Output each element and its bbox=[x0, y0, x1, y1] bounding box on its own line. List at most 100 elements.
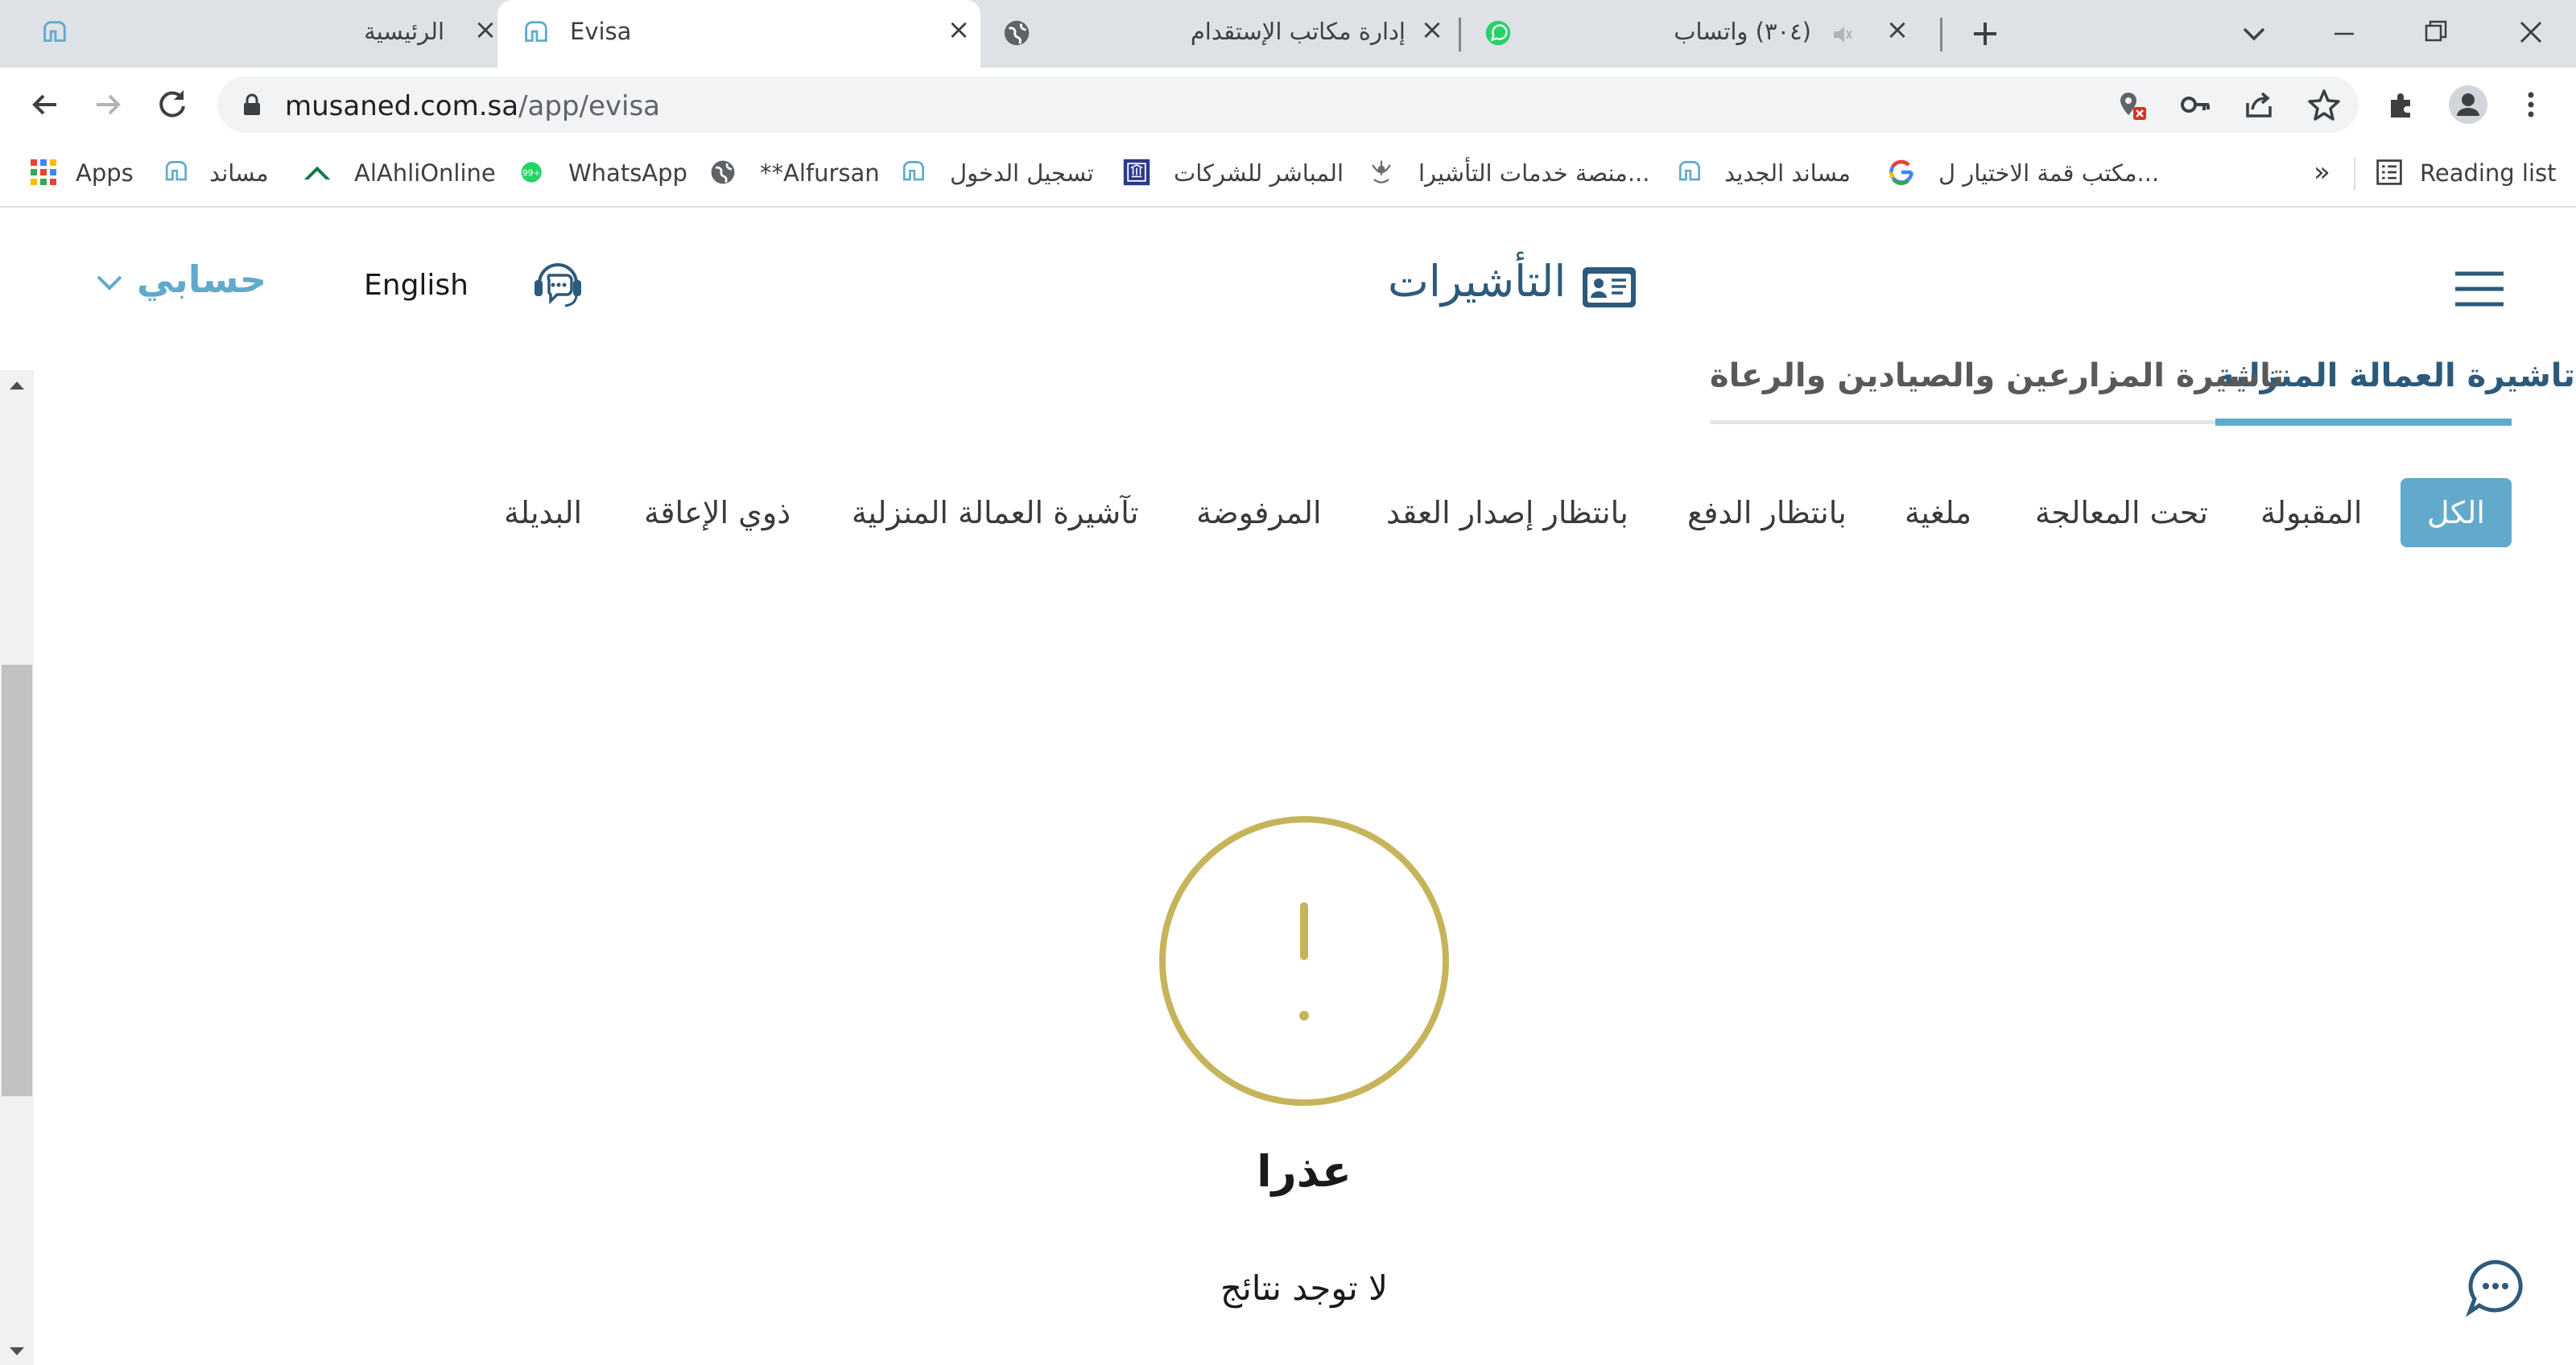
empty-state-title: عذرا bbox=[1257, 1146, 1352, 1197]
reading-list-button[interactable]: Reading list bbox=[2375, 153, 2560, 192]
bookmark-label: WhatsApp bbox=[568, 159, 687, 187]
filter-all[interactable]: الكل bbox=[2401, 478, 2512, 547]
tab-title: الرئيسية bbox=[364, 18, 444, 45]
filter-replacement[interactable]: البديلة bbox=[504, 478, 582, 547]
new-tab-icon[interactable] bbox=[1969, 18, 2001, 50]
url-text[interactable]: musaned.com.sa/app/evisa bbox=[285, 90, 660, 122]
bookmark-divider bbox=[2354, 158, 2355, 190]
whatsapp-icon bbox=[1485, 20, 1511, 46]
filter-accepted[interactable]: المقبولة bbox=[2260, 478, 2362, 547]
close-tab-icon[interactable]: × bbox=[472, 16, 499, 43]
blocked-location-icon[interactable] bbox=[2116, 89, 2148, 122]
page-scrollbar[interactable] bbox=[0, 370, 34, 1365]
more-bookmarks-chevron[interactable]: » bbox=[2314, 156, 2330, 188]
globe-icon bbox=[711, 160, 735, 184]
close-window-icon[interactable] bbox=[2512, 13, 2550, 52]
warning-exclamation-icon bbox=[1159, 816, 1449, 1106]
filter-processing[interactable]: تحت المعالجة bbox=[2035, 478, 2208, 547]
tab-title: Evisa bbox=[570, 18, 632, 45]
tab-recruitment[interactable]: إدارة مكاتب الإستقدام × bbox=[984, 0, 1451, 68]
page-title: التأشيرات bbox=[1388, 256, 1567, 307]
bookmark-label: تسجيل الدخول bbox=[950, 159, 1094, 187]
bookmark-label: AlAhliOnline bbox=[354, 159, 496, 187]
scroll-down-icon[interactable] bbox=[8, 1346, 26, 1359]
bookmark-label: Apps bbox=[76, 159, 134, 187]
visa-card-icon bbox=[1583, 267, 1636, 307]
forward-icon[interactable] bbox=[89, 85, 127, 124]
scroll-up-icon[interactable] bbox=[8, 378, 26, 391]
filter-cancelled[interactable]: ملغية bbox=[1905, 478, 1971, 547]
bookmark-label: مساند bbox=[209, 159, 269, 187]
filter-disabled-persons[interactable]: ذوي الإعاقة bbox=[644, 478, 791, 547]
reload-icon[interactable] bbox=[153, 85, 192, 124]
url-domain: musaned.com.sa bbox=[285, 90, 519, 122]
whatsapp-icon: 99+ bbox=[521, 162, 542, 183]
support-headset-icon[interactable] bbox=[531, 256, 584, 312]
tab-strip: الرئيسية × Evisa × إدارة مكاتب الإستقدام… bbox=[0, 0, 2576, 68]
bookmark-musaned[interactable]: مساند bbox=[161, 153, 282, 192]
musaned-icon bbox=[165, 161, 187, 181]
close-tab-icon[interactable]: × bbox=[1418, 16, 1446, 43]
back-icon[interactable] bbox=[26, 85, 64, 124]
chevron-down-icon bbox=[97, 275, 122, 291]
bookmark-label: **Alfursan bbox=[760, 159, 880, 187]
bookmark-google[interactable]: مكتب قمة الاختيار ل... bbox=[1887, 153, 2161, 192]
bookmark-apps[interactable]: Apps bbox=[29, 153, 134, 192]
tab-separator bbox=[1459, 18, 1461, 52]
profile-avatar-icon[interactable] bbox=[2447, 84, 2489, 126]
bookmark-visa-platform[interactable]: منصة خدمات التأشيرا... bbox=[1367, 153, 1649, 192]
emblem-icon bbox=[1372, 160, 1391, 184]
tab-search-icon[interactable] bbox=[2238, 18, 2270, 50]
lock-icon[interactable] bbox=[242, 93, 262, 117]
svg-text:99+: 99+ bbox=[522, 168, 541, 179]
share-icon[interactable] bbox=[2243, 89, 2275, 121]
hamburger-menu-icon[interactable] bbox=[2454, 269, 2505, 309]
filter-awaiting-payment[interactable]: بانتظار الدفع bbox=[1687, 478, 1847, 547]
filter-awaiting-contract[interactable]: بانتظار إصدار العقد bbox=[1386, 478, 1629, 547]
empty-state-message: لا توجد نتائج bbox=[1220, 1268, 1388, 1308]
alahli-icon bbox=[303, 166, 331, 179]
bookmark-star-icon[interactable] bbox=[2307, 88, 2341, 122]
globe-icon bbox=[1004, 20, 1030, 46]
tab-farmers-visa[interactable]: تاشيرة المزارعين والصيادين والرعاة bbox=[1710, 357, 2284, 394]
google-icon bbox=[1889, 159, 1913, 186]
tab-whatsapp[interactable]: (٣٠٤) واتساب × bbox=[1470, 0, 1929, 68]
filter-rejected[interactable]: المرفوضة bbox=[1196, 478, 1322, 547]
chat-support-icon[interactable] bbox=[2465, 1257, 2526, 1318]
bookmarks-bar: Apps مساند AlAhliOnline 99+ WhatsApp **A… bbox=[0, 142, 2576, 208]
more-menu-icon[interactable] bbox=[2515, 85, 2547, 124]
url-path: /app/evisa bbox=[518, 90, 660, 122]
extensions-icon[interactable] bbox=[2383, 85, 2421, 124]
language-switch[interactable]: English bbox=[364, 269, 469, 302]
bookmark-alfursan[interactable]: **Alfursan bbox=[708, 153, 886, 192]
bookmark-alahli[interactable]: AlAhliOnline bbox=[303, 153, 496, 192]
musaned-icon bbox=[43, 21, 66, 42]
bookmark-label: مكتب قمة الاختيار ل... bbox=[1938, 159, 2160, 187]
apps-grid-icon bbox=[31, 159, 56, 185]
minimize-icon[interactable] bbox=[2326, 16, 2362, 52]
restore-icon[interactable] bbox=[2418, 14, 2454, 50]
tab-home[interactable]: الرئيسية × bbox=[16, 0, 507, 68]
tab-separator bbox=[1940, 18, 1942, 52]
bookmark-label: المباشر للشركات bbox=[1174, 159, 1344, 187]
bookmark-label: مساند الجديد bbox=[1724, 159, 1851, 187]
reading-list-label: Reading list bbox=[2420, 159, 2557, 187]
musaned-icon bbox=[525, 21, 547, 42]
bookmark-corporate[interactable]: المباشر للشركات bbox=[1122, 153, 1348, 192]
active-tab-underline bbox=[2215, 419, 2512, 426]
key-icon[interactable] bbox=[2180, 90, 2212, 119]
address-bar[interactable]: musaned.com.sa/app/evisa bbox=[217, 76, 2359, 133]
filter-domestic-labor-visa[interactable]: تآشيرة العمالة المنزلية bbox=[852, 478, 1138, 547]
tab-evisa[interactable]: Evisa × bbox=[497, 0, 980, 68]
bookmark-new-musaned[interactable]: مساند الجديد bbox=[1674, 153, 1860, 192]
close-tab-icon[interactable]: × bbox=[945, 16, 972, 43]
bookmark-login[interactable]: تسجيل الدخول bbox=[898, 153, 1100, 192]
close-tab-icon[interactable]: × bbox=[1884, 16, 1911, 43]
scrollbar-thumb[interactable] bbox=[2, 665, 32, 1096]
bookmark-label: منصة خدمات التأشيرا... bbox=[1418, 159, 1650, 187]
tab-title: إدارة مكاتب الإستقدام bbox=[1190, 18, 1406, 45]
bookmark-whatsapp[interactable]: 99+ WhatsApp bbox=[518, 153, 696, 192]
reading-list-icon bbox=[2376, 159, 2402, 185]
muted-speaker-icon bbox=[1834, 27, 1852, 43]
account-menu[interactable]: حسابي bbox=[90, 256, 267, 312]
